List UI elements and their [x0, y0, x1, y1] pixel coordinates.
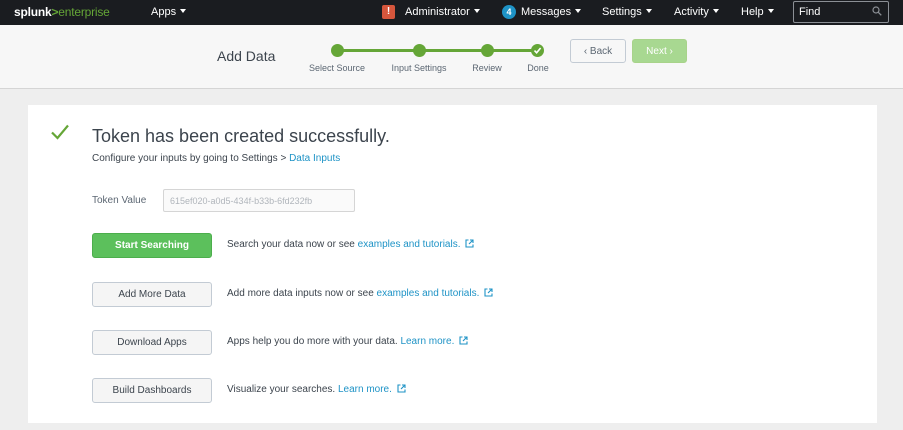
splunk-logo[interactable]: splunk>enterprise: [14, 5, 110, 19]
user-menu-label: Administrator: [405, 6, 470, 18]
download-apps-description: Apps help you do more with your data. Le…: [227, 336, 468, 347]
action-text: Apps help you do more with your data.: [227, 336, 401, 347]
examples-tutorials-link[interactable]: examples and tutorials.: [358, 239, 461, 250]
step-label-review: Review: [472, 63, 502, 73]
apps-menu[interactable]: Apps: [151, 6, 187, 18]
step-dot-review: [481, 44, 494, 57]
wizard-steps: Select Source Input Settings Review Done: [300, 25, 560, 89]
find-box: [793, 1, 889, 23]
chevron-down-icon: [645, 9, 652, 13]
logo-brand-text: splunk: [14, 5, 52, 19]
next-button[interactable]: Next ›: [632, 39, 687, 63]
start-searching-description: Search your data now or see examples and…: [227, 239, 475, 250]
download-apps-button[interactable]: Download Apps: [92, 330, 212, 355]
checkmark-icon: [533, 47, 542, 55]
page-title: Add Data: [217, 48, 276, 64]
chevron-down-icon: [473, 9, 480, 13]
data-inputs-link[interactable]: Data Inputs: [289, 153, 340, 164]
learn-more-link[interactable]: Learn more.: [338, 384, 392, 395]
learn-more-link[interactable]: Learn more.: [400, 336, 454, 347]
find-input[interactable]: [799, 5, 869, 19]
alert-icon[interactable]: !: [382, 5, 395, 19]
step-dot-done: [531, 44, 544, 57]
step-progress-line: [337, 49, 538, 52]
action-text: Add more data inputs now or see: [227, 288, 377, 299]
user-menu[interactable]: Administrator: [405, 6, 480, 18]
step-dot-input-settings: [413, 44, 426, 57]
step-label-input-settings: Input Settings: [391, 63, 447, 73]
chevron-down-icon: [180, 9, 187, 13]
messages-menu-label: Messages: [521, 6, 572, 18]
action-text: Search your data now or see: [227, 239, 358, 250]
settings-menu[interactable]: Settings: [602, 6, 652, 18]
token-value-field[interactable]: [163, 189, 355, 212]
top-navigation-bar: splunk>enterprise Apps ! Administrator 4…: [0, 0, 903, 25]
activity-menu[interactable]: Activity: [674, 6, 719, 18]
apps-menu-label: Apps: [151, 6, 177, 18]
add-more-data-button[interactable]: Add More Data: [92, 282, 212, 307]
success-title: Token has been created successfully.: [92, 126, 390, 146]
messages-count-badge[interactable]: 4: [502, 5, 516, 19]
external-link-icon[interactable]: [459, 336, 468, 345]
success-panel: Token has been created successfully. Con…: [28, 105, 877, 423]
back-button[interactable]: ‹ Back: [570, 39, 626, 63]
help-menu-label: Help: [741, 6, 764, 18]
external-link-icon[interactable]: [484, 288, 493, 297]
step-dot-select-source: [331, 44, 344, 57]
settings-menu-label: Settings: [602, 6, 642, 18]
step-label-done: Done: [527, 63, 549, 73]
messages-menu[interactable]: Messages: [521, 6, 582, 18]
success-check-icon: [51, 124, 69, 140]
step-label-select-source: Select Source: [308, 63, 366, 73]
external-link-icon[interactable]: [465, 239, 475, 248]
chevron-down-icon: [712, 9, 719, 13]
chevron-down-icon: [575, 9, 582, 13]
chevron-down-icon: [767, 9, 774, 13]
logo-product-text: enterprise: [58, 5, 110, 19]
activity-menu-label: Activity: [674, 6, 709, 18]
examples-tutorials-link[interactable]: examples and tutorials.: [377, 288, 480, 299]
start-searching-button[interactable]: Start Searching: [92, 233, 212, 258]
help-menu[interactable]: Help: [741, 6, 774, 18]
wizard-header: Add Data Select Source Input Settings Re…: [0, 25, 903, 89]
configure-inputs-text: Configure your inputs by going to Settin…: [92, 153, 340, 164]
build-dashboards-description: Visualize your searches. Learn more.: [227, 384, 406, 395]
token-value-label: Token Value: [92, 195, 147, 206]
build-dashboards-button[interactable]: Build Dashboards: [92, 378, 212, 403]
configure-inputs-prefix: Configure your inputs by going to Settin…: [92, 153, 290, 164]
external-link-icon[interactable]: [397, 384, 406, 393]
action-text: Visualize your searches.: [227, 384, 338, 395]
search-icon[interactable]: [872, 6, 882, 16]
add-more-data-description: Add more data inputs now or see examples…: [227, 288, 493, 299]
